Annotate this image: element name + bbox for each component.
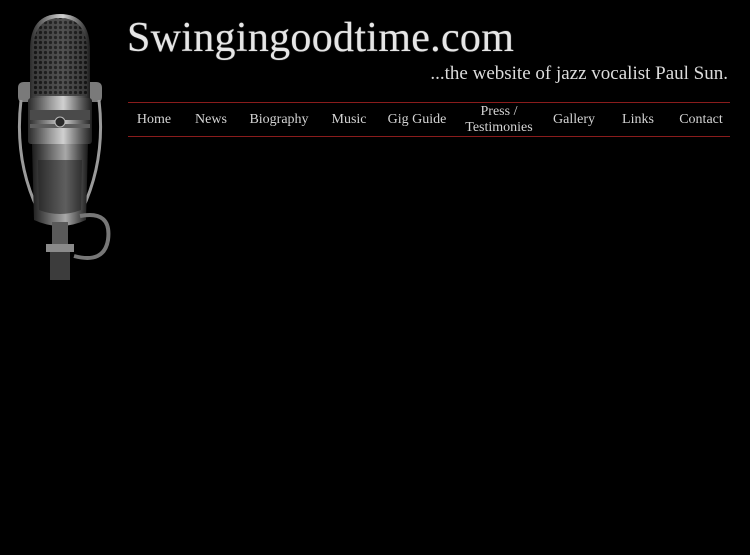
main-navigation: Home News Biography Music Gig Guide Pres… — [128, 102, 730, 137]
vintage-microphone-icon — [8, 10, 118, 280]
site-title[interactable]: Swingingoodtime.com — [127, 14, 514, 62]
nav-item-label: Testimonies — [465, 119, 533, 135]
nav-item-label: Press / — [480, 103, 518, 119]
nav-item-label: Gig Guide — [387, 111, 447, 127]
nav-item-label: Biography — [249, 111, 309, 127]
nav-item-press-testimonies[interactable]: Press / Testimonies — [460, 103, 538, 136]
nav-item-label: Gallery — [553, 111, 595, 127]
nav-item-home[interactable]: Home — [128, 103, 180, 136]
nav-item-label: News — [195, 111, 227, 127]
nav-item-label: Home — [136, 111, 172, 127]
nav-item-music[interactable]: Music — [324, 103, 374, 136]
nav-item-biography[interactable]: Biography — [244, 103, 314, 136]
nav-item-contact[interactable]: Contact — [674, 103, 728, 136]
nav-item-label: Links — [622, 111, 654, 127]
nav-item-gallery[interactable]: Gallery — [548, 103, 600, 136]
nav-item-label: Contact — [679, 111, 723, 127]
nav-item-label: Music — [331, 111, 367, 127]
nav-item-news[interactable]: News — [188, 103, 234, 136]
site-tagline: ...the website of jazz vocalist Paul Sun… — [430, 63, 728, 84]
nav-item-links[interactable]: Links — [614, 103, 662, 136]
page: Swingingoodtime.com ...the website of ja… — [0, 0, 750, 555]
nav-item-gig-guide[interactable]: Gig Guide — [384, 103, 450, 136]
